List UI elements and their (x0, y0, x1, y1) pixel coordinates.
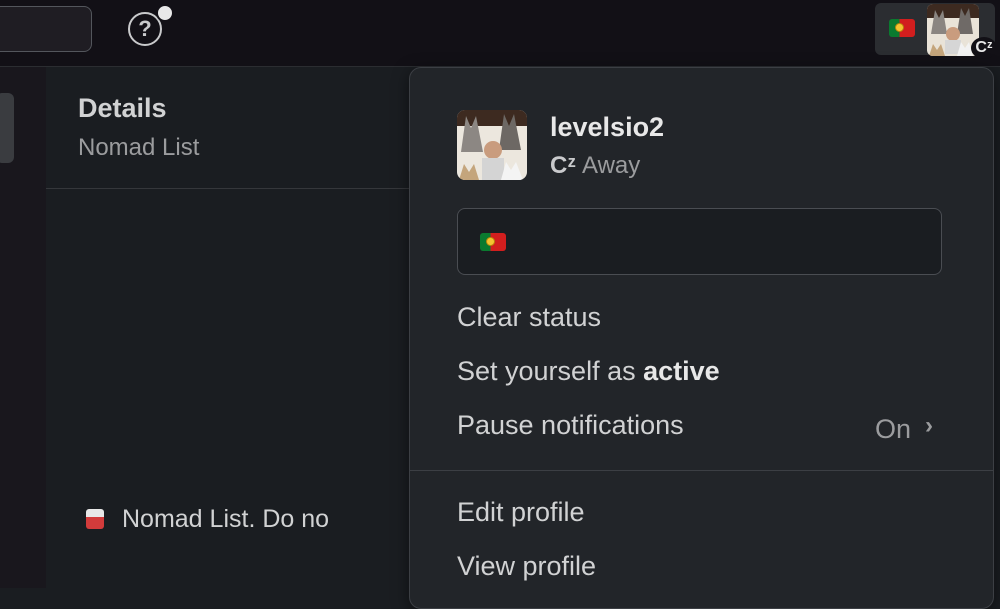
profile-menu-button[interactable]: Cᶻ (875, 3, 997, 59)
sidebar-handle[interactable] (0, 93, 14, 163)
view-profile-item[interactable]: View profile (457, 551, 596, 582)
profile-dropdown-menu: levelsio2 Cᶻ Away Clear status Set yourse… (409, 67, 994, 609)
set-active-item[interactable]: Set yourself as active (457, 356, 720, 387)
details-title: Details (78, 93, 167, 123)
portugal-flag-icon (889, 19, 915, 37)
set-active-bold: active (643, 356, 720, 386)
details-description: Nomad List. Do no (86, 505, 329, 534)
set-active-label: Set yourself as (457, 356, 644, 386)
away-icon: Cᶻ (550, 152, 577, 179)
clear-status-item[interactable]: Clear status (457, 302, 601, 333)
chevron-right-icon: › (925, 412, 933, 439)
status-input[interactable] (457, 208, 942, 275)
menu-divider (410, 470, 993, 471)
presence-status: Cᶻ Away (550, 152, 640, 180)
pause-notifications-item[interactable]: Pause notifications (457, 410, 684, 441)
details-description-text: Nomad List. Do no (122, 505, 330, 533)
details-header: Details Nomad List (46, 67, 446, 189)
top-bar: ? Cᶻ (0, 0, 1000, 67)
pause-notifications-value: On (875, 414, 912, 444)
notification-dot (156, 4, 174, 22)
portugal-flag-icon (480, 233, 506, 251)
search-input[interactable] (0, 6, 92, 52)
presence-label: Away (582, 152, 641, 179)
details-subtitle: Nomad List (78, 134, 200, 161)
away-status-icon: Cᶻ (971, 37, 997, 59)
username: levelsio2 (550, 112, 665, 142)
avatar (457, 110, 527, 180)
left-sidebar (0, 67, 47, 588)
emoji-icon (86, 509, 104, 529)
edit-profile-item[interactable]: Edit profile (457, 497, 585, 528)
